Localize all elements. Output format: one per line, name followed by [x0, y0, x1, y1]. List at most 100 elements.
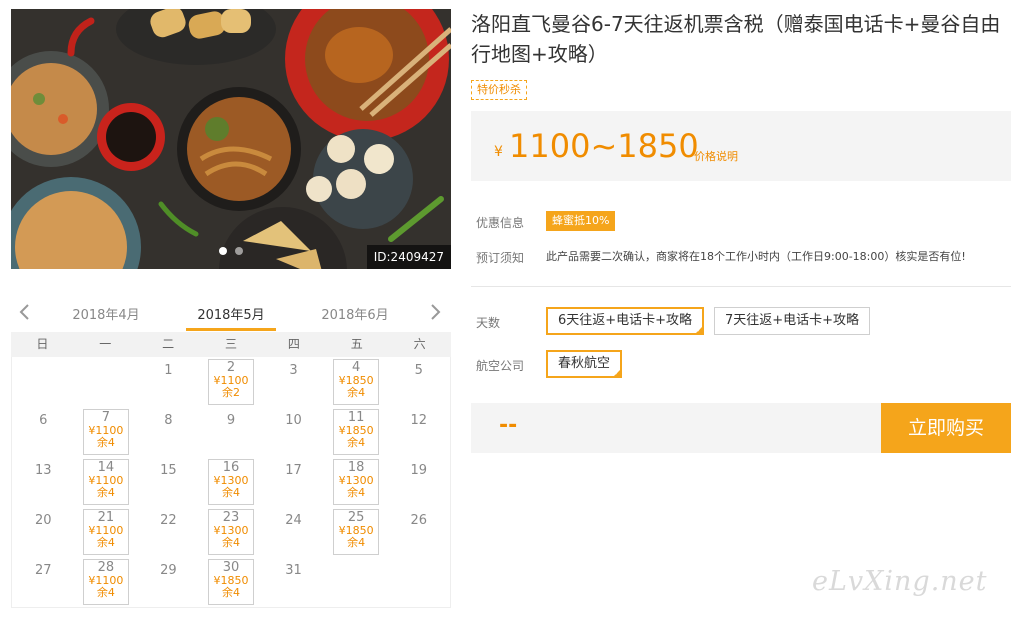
calendar-day-available[interactable]: 16 ¥1300 余4	[200, 457, 263, 507]
days-option-7[interactable]: 7天往返+电话卡+攻略	[714, 307, 871, 335]
discount-badge: 蜂蜜抵10%	[546, 211, 616, 231]
day-stock: 余4	[347, 486, 366, 499]
month-switcher: 2018年4月 2018年5月 2018年6月	[11, 296, 451, 332]
calendar-day-available[interactable]: 18 ¥1300 余4	[325, 457, 388, 507]
calendar-day: 26	[387, 507, 450, 557]
calendar-day	[75, 357, 138, 407]
calendar-day-available[interactable]: 25 ¥1850 余4	[325, 507, 388, 557]
calendar-day: 10	[262, 407, 325, 457]
day-number: 6	[39, 413, 48, 428]
airline-option[interactable]: 春秋航空 ✓	[546, 350, 623, 378]
weekday-label: 三	[224, 337, 237, 351]
calendar-day-available[interactable]: 23 ¥1300 余4	[200, 507, 263, 557]
calendar-day: 3	[262, 357, 325, 407]
calendar-day: 19	[387, 457, 450, 507]
calendar-day	[325, 557, 388, 607]
calendar-day: 12	[387, 407, 450, 457]
calendar-grid: 1 2 ¥1100 余2 3 4 ¥1850 余4 5 6 7 ¥1100 余4 8 9 10 11 ¥1850 余…	[11, 357, 451, 608]
weekday-label: 二	[162, 337, 175, 351]
calendar-day: 1	[137, 357, 200, 407]
day-stock: 余4	[221, 536, 240, 549]
days-option-6[interactable]: 6天往返+电话卡+攻略 ✓	[546, 307, 705, 335]
calendar-day: 31	[262, 557, 325, 607]
calendar-day-available[interactable]: 11 ¥1850 余4	[325, 407, 388, 457]
day-stock: 余4	[347, 536, 366, 549]
day-number: 2	[226, 360, 236, 375]
day-stock: 余4	[347, 386, 366, 399]
day-stock: 余4	[96, 586, 115, 599]
selected-check-icon: ✓	[614, 369, 621, 377]
day-number: 10	[285, 413, 302, 428]
booking-notice: 此产品需要二次确认，商家将在18个工作小时内（工作日9:00-18:00）核实是…	[546, 250, 966, 263]
day-number: 16	[222, 460, 240, 475]
days-label: 天数	[476, 316, 501, 330]
calendar-day: 24	[262, 507, 325, 557]
month-tab-next[interactable]: 2018年6月	[305, 304, 405, 323]
day-number: 11	[347, 410, 365, 425]
day-number: 9	[226, 413, 236, 428]
carousel-dot[interactable]	[219, 247, 227, 255]
calendar-day	[387, 557, 450, 607]
day-number: 23	[222, 510, 240, 525]
day-number: 22	[160, 513, 177, 528]
day-number: 5	[414, 363, 423, 378]
day-number: 7	[101, 410, 110, 425]
calendar-day: 9	[200, 407, 263, 457]
product-image[interactable]: ID:2409427	[11, 9, 451, 269]
weekday-label: 五	[350, 337, 363, 351]
weekday-header: 日 一 二 三 四 五 六	[11, 332, 451, 357]
calendar-day-available[interactable]: 14 ¥1100 余4	[75, 457, 138, 507]
day-number: 4	[351, 360, 361, 375]
calendar-day-available[interactable]: 4 ¥1850 余4	[325, 357, 388, 407]
day-number: 17	[285, 463, 302, 478]
day-stock: 余4	[96, 536, 115, 549]
buy-now-button[interactable]: 立即购买	[881, 403, 1011, 453]
days-option-label: 7天往返+电话卡+攻略	[725, 313, 860, 328]
day-number: 28	[97, 560, 115, 575]
day-stock: 余4	[96, 486, 115, 499]
next-month-arrow-icon[interactable]	[425, 302, 445, 322]
month-tab-prev[interactable]: 2018年4月	[56, 304, 156, 323]
weekday-label: 六	[413, 337, 426, 351]
weekday-label: 四	[287, 337, 300, 351]
total-price: --	[499, 413, 518, 438]
calendar-day: 15	[137, 457, 200, 507]
day-number: 19	[410, 463, 427, 478]
calendar-day: 13	[12, 457, 75, 507]
calendar-day: 20	[12, 507, 75, 557]
day-number: 14	[97, 460, 115, 475]
days-option-label: 6天往返+电话卡+攻略	[558, 313, 693, 328]
carousel-dot[interactable]	[235, 247, 243, 255]
calendar-day: 22	[137, 507, 200, 557]
airline-option-label: 春秋航空	[558, 356, 611, 371]
price-explanation-link[interactable]: 价格说明	[694, 148, 738, 164]
calendar-day-available[interactable]: 21 ¥1100 余4	[75, 507, 138, 557]
day-number: 8	[164, 413, 173, 428]
calendar-day: 6	[12, 407, 75, 457]
day-number: 21	[97, 510, 115, 525]
calendar-day-available[interactable]: 30 ¥1850 余4	[200, 557, 263, 607]
calendar-day: 5	[387, 357, 450, 407]
day-number: 24	[285, 513, 302, 528]
calendar-day-available[interactable]: 28 ¥1100 余4	[75, 557, 138, 607]
carousel-dots	[219, 247, 243, 255]
airline-label: 航空公司	[476, 359, 525, 373]
currency-symbol: ¥	[494, 144, 503, 160]
product-title: 洛阳直飞曼谷6-7天往返机票含税（赠泰国电话卡+曼谷自由行地图+攻略）	[471, 12, 1001, 66]
month-tab-current[interactable]: 2018年5月	[181, 304, 281, 323]
price-panel: ¥ 1100~1850 价格说明	[471, 111, 1011, 181]
calendar-day	[12, 357, 75, 407]
day-number: 13	[35, 463, 52, 478]
day-number: 20	[35, 513, 52, 528]
day-stock: 余4	[221, 586, 240, 599]
calendar-day-available[interactable]: 2 ¥1100 余2	[200, 357, 263, 407]
day-number: 30	[222, 560, 240, 575]
weekday-label: 日	[36, 337, 49, 351]
calendar-day-available[interactable]: 7 ¥1100 余4	[75, 407, 138, 457]
day-number: 27	[35, 563, 52, 578]
day-number: 25	[347, 510, 365, 525]
image-id-label: ID:2409427	[366, 245, 451, 269]
day-number: 1	[164, 363, 173, 378]
divider	[471, 286, 1011, 287]
prev-month-arrow-icon[interactable]	[15, 302, 35, 322]
